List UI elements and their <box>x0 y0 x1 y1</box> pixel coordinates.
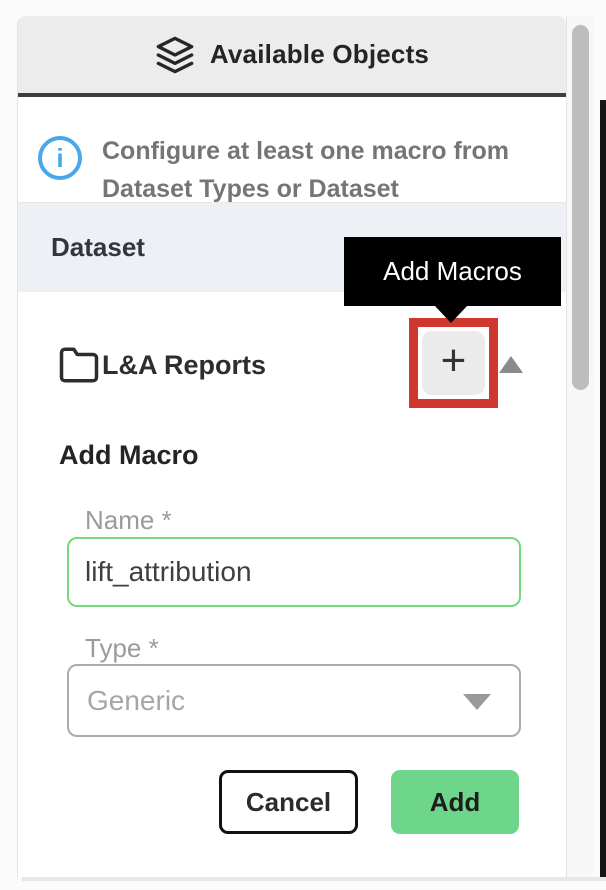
info-icon: i <box>38 136 82 180</box>
add-macros-button[interactable]: + <box>422 331 485 395</box>
type-dropdown-value: Generic <box>69 685 185 717</box>
name-field-label: Name * <box>85 505 172 536</box>
layers-icon <box>155 35 195 75</box>
add-macro-form-title: Add Macro <box>59 440 199 471</box>
add-macros-highlight-box: + <box>409 318 498 408</box>
folder-label: L&A Reports <box>102 350 266 381</box>
folder-icon <box>56 344 102 386</box>
scrollbar-track[interactable] <box>566 16 593 877</box>
name-input[interactable] <box>67 537 521 607</box>
type-dropdown[interactable]: Generic <box>67 664 521 737</box>
panel-title: Available Objects <box>210 39 429 70</box>
available-objects-panel: Available Objects i Configure at least o… <box>17 16 566 877</box>
folder-row-la-reports[interactable]: L&A Reports <box>56 344 266 386</box>
type-field-label: Type * <box>85 633 159 664</box>
bottom-divider <box>22 877 606 881</box>
info-message-text: Configure at least one macro from Datase… <box>102 120 547 208</box>
scrollbar-thumb[interactable] <box>572 25 589 390</box>
chevron-down-icon <box>463 694 491 710</box>
add-macros-tooltip: Add Macros <box>344 237 561 306</box>
tooltip-label: Add Macros <box>383 256 522 287</box>
cancel-button[interactable]: Cancel <box>219 770 358 834</box>
collapse-up-icon[interactable] <box>499 356 523 373</box>
add-button[interactable]: Add <box>391 770 519 834</box>
dataset-section-label: Dataset <box>18 232 145 263</box>
tooltip-pointer <box>435 306 467 323</box>
panel-header: Available Objects <box>18 16 566 97</box>
info-message: i Configure at least one macro from Data… <box>38 120 547 208</box>
adjacent-panel-edge <box>600 100 606 878</box>
